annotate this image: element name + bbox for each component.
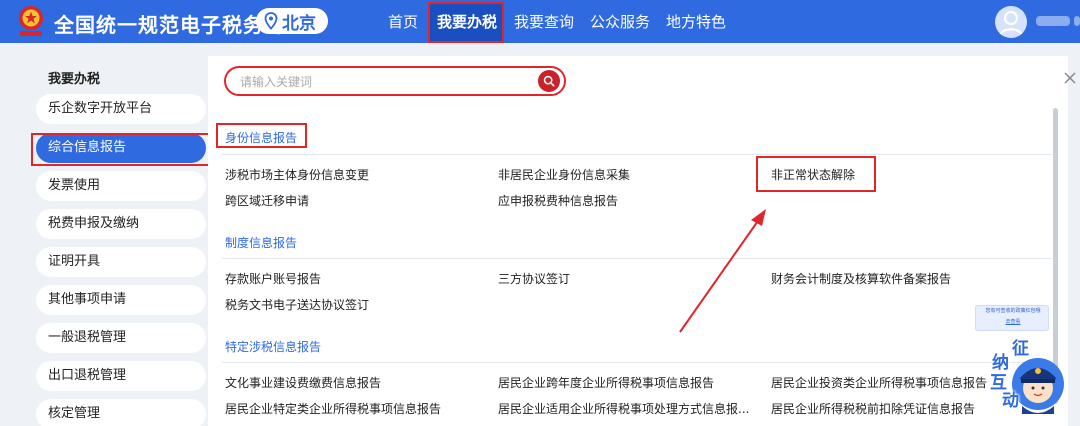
link-bank-account-report[interactable]: 存款账户账号报告 xyxy=(225,270,321,287)
link-cultural-fee-report[interactable]: 文化事业建设费缴费信息报告 xyxy=(225,374,381,391)
close-icon[interactable] xyxy=(1062,70,1078,86)
search-input[interactable] xyxy=(240,73,530,91)
section-divider xyxy=(222,362,1052,363)
link-tripartite-agreement[interactable]: 三方协议签订 xyxy=(498,270,570,287)
nav-home[interactable]: 首页 xyxy=(388,11,418,32)
username-blurred-end xyxy=(1074,16,1080,26)
link-specific-cit-report[interactable]: 居民企业特定类企业所得税事项信息报告 xyxy=(225,400,441,417)
nav-local-feature[interactable]: 地方特色 xyxy=(666,11,726,32)
site-title: 全国统一规范电子税务局 xyxy=(54,13,285,37)
link-identity-change[interactable]: 涉税市场主体身份信息变更 xyxy=(225,166,369,183)
section-title-system: 制度信息报告 xyxy=(225,236,298,250)
section-divider xyxy=(222,154,1052,155)
nav-query[interactable]: 我要查询 xyxy=(514,11,574,32)
section-title-specific: 特定涉税信息报告 xyxy=(225,340,322,354)
main-panel xyxy=(208,56,1068,426)
link-investment-cit-report[interactable]: 居民企业投资类企业所得税事项信息报告 xyxy=(771,374,987,391)
avatar[interactable] xyxy=(995,6,1027,38)
link-accounting-filing[interactable]: 财务会计制度及核算软件备案报告 xyxy=(771,270,951,287)
location-pin-icon xyxy=(264,12,278,30)
sidebar-item-invoice[interactable]: 发票使用 xyxy=(36,171,206,201)
sidebar-item-assessment[interactable]: 核定管理 xyxy=(36,399,206,426)
search-icon xyxy=(543,75,555,87)
mascot-widget[interactable]: 征 纳 互 动 xyxy=(988,336,1074,422)
sidebar-item-declaration[interactable]: 税费申报及缴纳 xyxy=(36,209,206,239)
username-blurred xyxy=(1036,16,1070,26)
link-highlight-box xyxy=(756,156,876,192)
top-header: 全国统一规范电子税务局 北京 首页 我要办税 我要查询 公众服务 地方特色 xyxy=(0,0,1080,43)
policy-tip-text: 您有可查收的政策红包哦 xyxy=(985,308,1041,314)
user-icon xyxy=(998,10,1024,37)
region-label: 北京 xyxy=(282,13,316,34)
link-tax-type-report[interactable]: 应申报税费种信息报告 xyxy=(498,192,618,209)
mascot-char-dong: 动 xyxy=(1002,391,1019,411)
link-deduction-voucher-report[interactable]: 居民企业所得税税前扣除凭证信息报告 xyxy=(771,400,975,417)
nav-public-service[interactable]: 公众服务 xyxy=(590,11,650,32)
sidebar-item-general-refund[interactable]: 一般退税管理 xyxy=(36,323,206,353)
sidebar-title: 我要办税 xyxy=(48,72,101,87)
link-cit-method-report[interactable]: 居民企业适用企业所得税事项处理方式信息报... xyxy=(498,400,749,417)
sidebar-item-export-refund[interactable]: 出口退税管理 xyxy=(36,361,206,391)
section-divider xyxy=(222,258,1052,259)
link-e-delivery-agreement[interactable]: 税务文书电子送达协议签订 xyxy=(225,296,369,313)
nav-highlight-box xyxy=(428,2,504,43)
policy-tip-link[interactable]: 去查看 xyxy=(976,319,1050,326)
sidebar-item-other-application[interactable]: 其他事项申请 xyxy=(36,285,206,315)
link-nonresident-collection[interactable]: 非居民企业身份信息采集 xyxy=(498,166,630,183)
tax-emblem-icon xyxy=(19,6,43,36)
sidebar-item-lq-platform[interactable]: 乐企数字开放平台 xyxy=(36,94,206,124)
sidebar-item-certificate[interactable]: 证明开具 xyxy=(36,247,206,277)
link-cross-region-migration[interactable]: 跨区域迁移申请 xyxy=(225,192,309,209)
link-cross-year-cit-report[interactable]: 居民企业跨年度企业所得税事项信息报告 xyxy=(498,374,714,391)
sidebar-highlight-box xyxy=(31,133,211,166)
policy-tip-card[interactable]: 您有可查收的政策红包哦 去查看 xyxy=(975,305,1049,331)
section-highlight-box xyxy=(216,123,307,148)
sidebar: 我要办税 乐企数字开放平台 综合信息报告 发票使用 税费申报及缴纳 证明开具 其… xyxy=(28,56,208,426)
search-button[interactable] xyxy=(538,70,560,92)
search-box xyxy=(224,66,566,96)
mascot-char-zheng: 征 xyxy=(1012,339,1029,359)
region-selector[interactable]: 北京 xyxy=(256,8,328,34)
